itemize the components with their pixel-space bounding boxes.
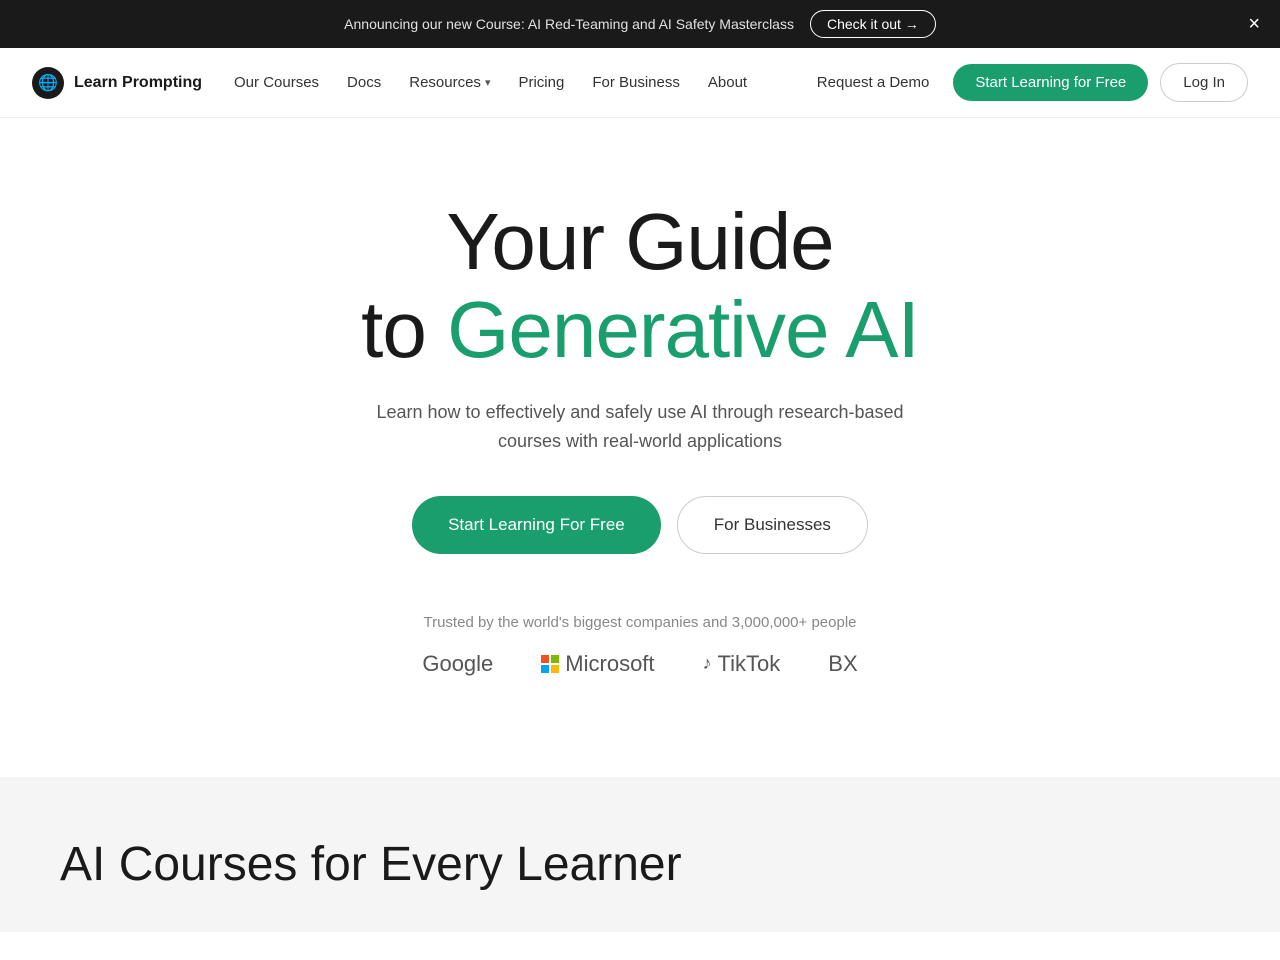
nav-our-courses[interactable]: Our Courses [234,74,319,91]
hero-heading-plain: to [361,285,447,374]
close-banner-button[interactable]: × [1248,14,1260,34]
microsoft-logo-text: Microsoft [565,651,654,677]
ms-sq-4 [551,665,559,673]
navbar: 🌐 Learn Prompting Our Courses Docs Resou… [0,48,1280,118]
google-logo-text: Google [422,651,493,677]
nav-about[interactable]: About [708,74,747,91]
hero-heading-colored: Generative AI [447,285,919,374]
nav-actions: Request a Demo Start Learning for Free L… [805,63,1248,102]
nav-docs[interactable]: Docs [347,74,381,91]
ai-courses-section: AI Courses for Every Learner [0,777,1280,932]
trusted-logos: Google Microsoft ♪ TikTok BX [422,651,857,677]
nav-for-business[interactable]: For Business [592,74,680,91]
check-it-out-button[interactable]: Check it out → [810,10,936,38]
hero-heading-line2: to Generative AI [361,286,919,374]
chevron-down-icon: ▾ [485,76,491,89]
microsoft-logo: Microsoft [541,651,654,677]
hero-subtext: Learn how to effectively and safely use … [370,398,910,456]
tiktok-icon: ♪ [703,653,712,674]
tiktok-logo-text: TikTok [718,651,781,677]
microsoft-grid-icon [541,655,559,673]
bx-logo-text: BX [828,651,857,677]
logo-text: Learn Prompting [74,74,202,92]
ai-courses-heading: AI Courses for Every Learner [60,837,1220,892]
nav-pricing[interactable]: Pricing [518,74,564,91]
ms-sq-1 [541,655,549,663]
hero-buttons: Start Learning For Free For Businesses [412,496,868,554]
request-demo-button[interactable]: Request a Demo [805,66,942,99]
logo-icon: 🌐 [32,67,64,99]
logo[interactable]: 🌐 Learn Prompting [32,67,202,99]
ms-sq-3 [541,665,549,673]
google-logo: Google [422,651,493,677]
ms-sq-2 [551,655,559,663]
login-button[interactable]: Log In [1160,63,1248,102]
start-learning-nav-button[interactable]: Start Learning for Free [953,64,1148,101]
hero-heading-line1: Your Guide [361,198,919,286]
nav-links: Our Courses Docs Resources ▾ Pricing For… [234,74,805,91]
hero-section: Your Guide to Generative AI Learn how to… [0,118,1280,777]
for-businesses-button[interactable]: For Businesses [677,496,868,554]
hero-heading: Your Guide to Generative AI [361,198,919,374]
nav-resources[interactable]: Resources ▾ [409,74,490,91]
tiktok-logo: ♪ TikTok [703,651,781,677]
trusted-section: Trusted by the world's biggest companies… [422,614,857,717]
bx-logo: BX [828,651,857,677]
announcement-banner: Announcing our new Course: AI Red-Teamin… [0,0,1280,48]
start-learning-hero-button[interactable]: Start Learning For Free [412,496,661,554]
trusted-text: Trusted by the world's biggest companies… [423,614,856,631]
announcement-text: Announcing our new Course: AI Red-Teamin… [344,16,794,32]
